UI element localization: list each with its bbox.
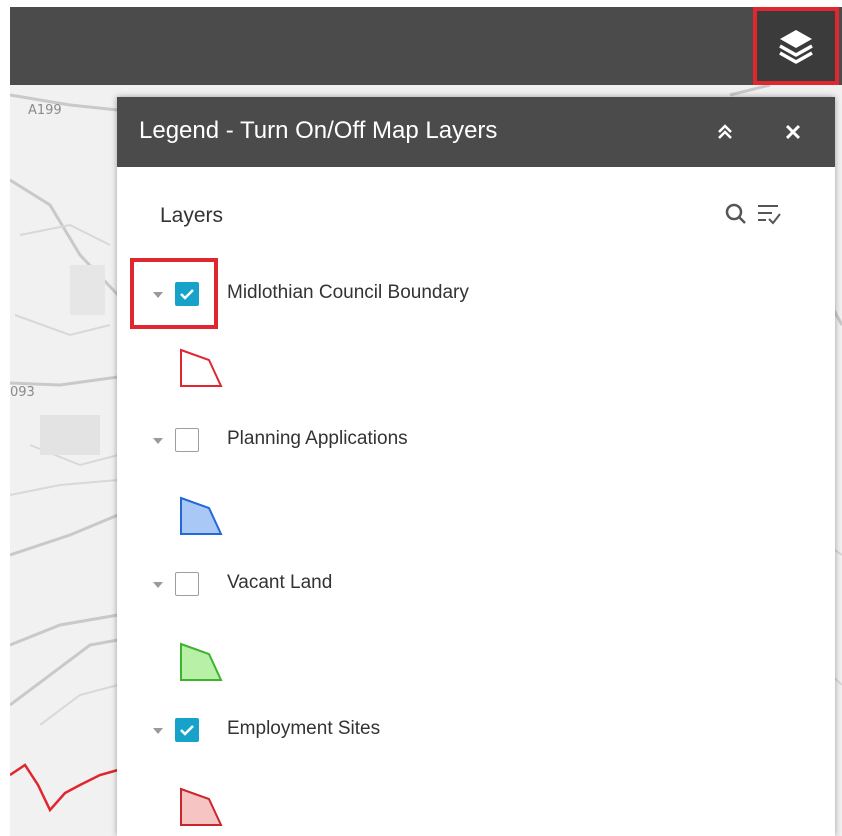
close-icon	[785, 124, 801, 140]
layer-row-midlothian-council-boundary: Midlothian Council Boundary	[153, 278, 793, 314]
layers-icon	[779, 30, 813, 64]
top-bar	[10, 7, 842, 85]
legend-panel-body: Layers Midlothian Council Boundary Plann…	[117, 167, 835, 836]
legend-swatch-planning	[180, 496, 223, 535]
layer-checkbox-planning-applications[interactable]	[175, 428, 199, 452]
layer-row-planning-applications: Planning Applications	[153, 424, 793, 460]
expand-caret-icon[interactable]	[153, 582, 163, 588]
filter-list-icon	[758, 205, 781, 225]
layer-checkbox-midlothian-council-boundary[interactable]	[175, 282, 199, 306]
search-icon	[725, 203, 746, 224]
layers-toggle-button[interactable]	[753, 7, 839, 85]
panel-title: Legend - Turn On/Off Map Layers	[139, 117, 498, 144]
expand-caret-icon[interactable]	[153, 438, 163, 444]
checkmark-icon	[180, 725, 194, 736]
expand-caret-icon[interactable]	[153, 728, 163, 734]
layer-row-employment-sites: Employment Sites	[153, 714, 793, 750]
legend-swatch-boundary	[180, 348, 223, 387]
road-label-a199: A199	[28, 103, 62, 118]
layer-label[interactable]: Employment Sites	[227, 718, 380, 740]
expand-caret-icon[interactable]	[153, 292, 163, 298]
search-layers-button[interactable]	[721, 199, 751, 229]
legend-swatch-employment	[180, 787, 223, 826]
layer-label[interactable]: Planning Applications	[227, 428, 408, 450]
layers-heading: Layers	[160, 204, 224, 227]
layer-row-vacant-land: Vacant Land	[153, 568, 793, 604]
legend-panel: Legend - Turn On/Off Map Layers Layers M…	[117, 97, 835, 836]
legend-panel-header: Legend - Turn On/Off Map Layers	[117, 97, 835, 167]
double-chevron-up-icon	[718, 124, 732, 139]
legend-swatch-vacant-land	[180, 642, 223, 681]
council-boundary-line	[10, 763, 119, 813]
checkmark-icon	[180, 289, 194, 300]
collapse-panel-button[interactable]	[708, 115, 742, 149]
road-label-093: 093	[10, 385, 35, 400]
screen: A199 093 Legend - Turn On/Off Map Layers	[0, 0, 842, 836]
layer-checkbox-vacant-land[interactable]	[175, 572, 199, 596]
close-panel-button[interactable]	[776, 115, 810, 149]
layer-label[interactable]: Midlothian Council Boundary	[227, 282, 469, 304]
filter-layers-button[interactable]	[754, 199, 784, 229]
layer-label[interactable]: Vacant Land	[227, 572, 332, 594]
layer-checkbox-employment-sites[interactable]	[175, 718, 199, 742]
